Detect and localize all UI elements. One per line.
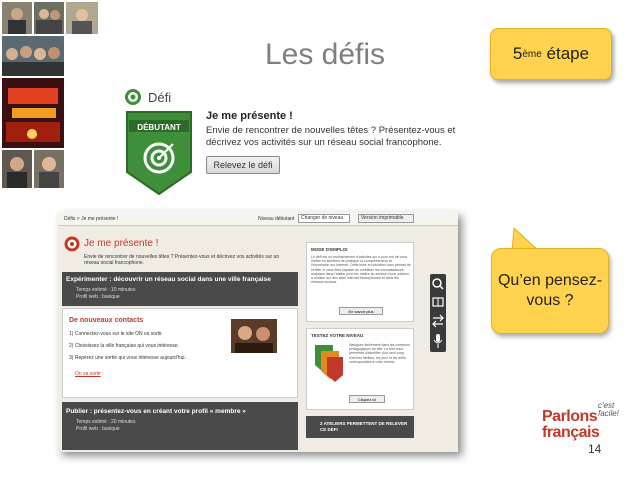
defi-description: Envie de rencontrer de nouvelles têtes ?… [206, 125, 456, 148]
testez-title: TESTEZ VOTRE NIVEAU [311, 333, 364, 338]
target-icon [125, 89, 141, 105]
level-select[interactable]: Changer de niveau [298, 214, 350, 223]
debutant-badge-icon: DÉBUTANT [126, 111, 192, 196]
photo-people-2 [34, 150, 64, 188]
contacts-title: De nouveaux contacts [69, 317, 144, 324]
defi-header: Défi [124, 88, 171, 106]
step-2: 2) Choisissez la ville française qui vou… [69, 343, 180, 349]
mode-emploi-text: Le défi est un enchaînement d'activités … [311, 255, 411, 285]
experimenter-title: Expérimenter : découvrir un réseau socia… [66, 276, 271, 283]
publier-time: Temps estimé : 20 minutes [76, 419, 136, 425]
step-1: 1) Connectez-vous sur le site ON va sort… [69, 331, 163, 337]
photo-neon [2, 78, 64, 148]
on-va-sortir-link[interactable]: On va sortir [75, 371, 101, 377]
step-badge: 5 ème étape [490, 28, 612, 80]
testez-niveau-box: TESTEZ VOTRE NIVEAU Naviguez facilement … [306, 328, 414, 410]
publier-panel: Publier : présentez-vous en créant votre… [62, 402, 298, 450]
screenshot-toolbar [430, 274, 446, 352]
experimenter-panel: Expérimenter : découvrir un réseau socia… [62, 272, 298, 306]
experimenter-profile: Profil web : basique [76, 294, 120, 300]
screenshot-sidebar: MODE D'EMPLOI Le défi est un enchaînemen… [306, 242, 416, 452]
photo-group-1 [2, 2, 32, 34]
mode-emploi-title: MODE D'EMPLOI [311, 247, 348, 252]
photo-crowd [2, 36, 64, 76]
print-version-button[interactable]: Version imprimable [358, 214, 414, 223]
experimenter-time: Temps estimé : 10 minutes [76, 287, 136, 293]
screenshot-intro: Envie de rencontrer de nouvelles têtes ?… [84, 254, 280, 266]
photo-group-3 [66, 2, 98, 34]
screenshot-main: Je me présente ! Envie de rencontrer de … [62, 230, 302, 450]
defi-title: Je me présente ! [206, 110, 293, 122]
website-screenshot: Défis > Je me présente ! Niveau débutant… [58, 212, 458, 452]
publier-title: Publier : présentez-vous en créant votre… [66, 408, 246, 415]
step-number: 5 [512, 44, 523, 63]
screenshot-title: Je me présente ! [84, 238, 159, 249]
en-savoir-plus-button[interactable]: En savoir plus [339, 307, 383, 315]
step-3: 3) Repérez une sortie qui vous intéresse… [69, 355, 186, 361]
step-sup: ème [522, 48, 542, 60]
publier-profile: Profil web : basique [76, 426, 120, 432]
parlons-francais-logo: Parlons français c'est facile! [542, 402, 628, 442]
cliquez-ici-button[interactable]: Cliquez ici [349, 395, 385, 403]
breadcrumb[interactable]: Défis > Je me présente ! [64, 216, 118, 222]
ateliers-box[interactable]: 2 ATELIERS PERMETTENT DE RELEVER CE DÉFI [306, 416, 414, 438]
screenshot-topbar: Défis > Je me présente ! Niveau débutant… [58, 212, 458, 226]
question-bubble: Qu’en pensez-vous ? [491, 248, 609, 334]
testez-text: Naviguez facilement dans les contenus pé… [349, 343, 410, 364]
logo-tag: c'est facile! [598, 401, 619, 418]
slide-title: Les défis [264, 38, 386, 71]
page-number: 14 [588, 442, 602, 456]
badge-text: DÉBUTANT [137, 123, 181, 132]
photo-group-2 [34, 2, 64, 34]
mode-emploi-box: MODE D'EMPLOI Le défi est un enchaînemen… [306, 242, 414, 322]
level-label: Niveau débutant [258, 216, 295, 222]
contacts-photo [231, 319, 277, 353]
step-word: étape [546, 44, 590, 63]
microphone-icon[interactable] [433, 334, 443, 348]
search-icon[interactable] [432, 278, 444, 290]
arrows-icon[interactable] [432, 314, 444, 328]
defi-label: Défi [148, 89, 172, 105]
ateliers-title: 2 ATELIERS PERMETTENT DE RELEVER CE DÉFI [320, 421, 408, 432]
book-icon[interactable] [432, 297, 444, 307]
level-badges-icon [315, 345, 343, 382]
defi-target-icon [64, 236, 80, 252]
logo-line2: français [542, 424, 600, 441]
relevez-defi-button[interactable]: Relevez le défi [206, 156, 280, 174]
contacts-panel: De nouveaux contacts 1) Connectez-vous s… [62, 308, 298, 398]
photo-people-1 [2, 150, 32, 188]
